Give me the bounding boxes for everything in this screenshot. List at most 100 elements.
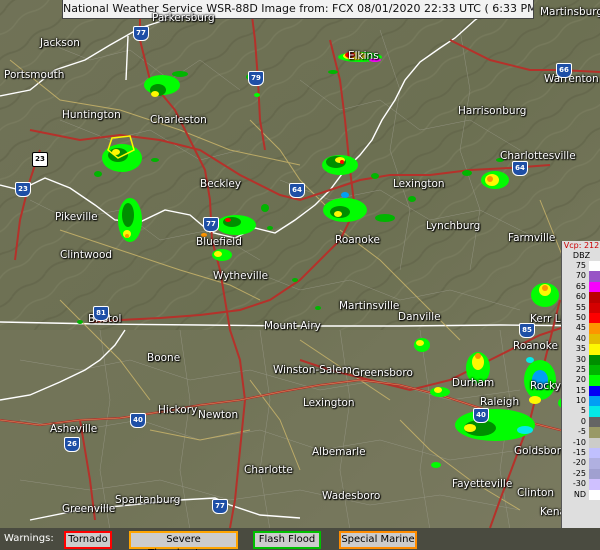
legend-swatch xyxy=(589,396,600,407)
interstate-shield: 40 xyxy=(473,408,489,423)
legend-swatch xyxy=(589,302,600,313)
interstate-shield: 40 xyxy=(130,413,146,428)
city-label: Parkersburg xyxy=(152,12,215,24)
legend-row: 70 xyxy=(562,271,600,282)
city-label: Charlottesville xyxy=(500,150,576,162)
legend-value: -5 xyxy=(578,427,586,437)
city-label: Boone xyxy=(147,352,181,364)
city-label: Fayetteville xyxy=(452,478,513,490)
legend-row: -15 xyxy=(562,448,600,459)
radar-header: National Weather Service WSR-88D Image f… xyxy=(62,0,534,19)
legend-scale: 75 70 65 60 55 50 45 40 35 30 25 20 15 10 5 0 -5 -10 -15 -2… xyxy=(562,261,600,500)
legend-swatch xyxy=(589,489,600,500)
warnings-bar: Warnings: Tornado Severe Thunderstorm Fl… xyxy=(0,528,600,550)
legend-value: -15 xyxy=(572,448,586,458)
legend-row: -30 xyxy=(562,479,600,490)
reflectivity-legend: Vcp: 212 DBZ 75 70 65 60 55 50 45 40 35 30 25 20 15 1… xyxy=(561,241,600,541)
city-label: Martinsburg xyxy=(540,6,600,18)
legend-swatch xyxy=(589,292,600,303)
legend-swatch xyxy=(589,261,600,272)
legend-value: -30 xyxy=(572,479,586,489)
legend-value: 25 xyxy=(575,364,586,374)
legend-value: 75 xyxy=(575,261,586,270)
legend-swatch xyxy=(589,448,600,459)
legend-row: 10 xyxy=(562,396,600,407)
city-label: Harrisonburg xyxy=(458,105,527,117)
map-canvas xyxy=(0,0,600,550)
legend-row: 20 xyxy=(562,375,600,386)
legend-row: ND xyxy=(562,489,600,500)
legend-swatch xyxy=(589,458,600,469)
legend-row: 60 xyxy=(562,292,600,303)
legend-swatch xyxy=(589,364,600,376)
city-label: Greenville xyxy=(62,503,116,515)
city-label: Spartanburg xyxy=(115,494,181,506)
legend-swatch xyxy=(589,354,600,365)
warning-severe-thunderstorm-toggle[interactable]: Severe Thunderstorm xyxy=(129,531,238,550)
legend-row: 15 xyxy=(562,385,600,397)
city-label: Beckley xyxy=(200,178,242,190)
legend-value: -10 xyxy=(572,437,586,447)
legend-value: 45 xyxy=(575,323,586,333)
city-label: Greensboro xyxy=(352,367,413,379)
legend-value: 0 xyxy=(580,416,586,426)
city-label: Elkins xyxy=(348,50,379,62)
city-label: Martinsville xyxy=(339,300,400,312)
echo-pikeville xyxy=(118,198,142,242)
city-label: Wadesboro xyxy=(322,490,381,502)
city-label: Warrenton xyxy=(544,73,599,85)
legend-row: -5 xyxy=(562,427,600,438)
city-label: Lexington xyxy=(393,178,445,190)
interstate-shield: 77 xyxy=(203,217,219,232)
city-label: Farmville xyxy=(508,232,556,244)
legend-row: -20 xyxy=(562,458,600,469)
interstate-shield: 23 xyxy=(15,182,31,197)
city-label: Roanoke xyxy=(335,234,380,246)
warning-special-marine-toggle[interactable]: Special Marine xyxy=(339,531,417,549)
city-label: Wytheville xyxy=(213,270,269,282)
city-label: Hickory xyxy=(158,404,198,416)
interstate-shield: 77 xyxy=(212,499,228,514)
interstate-shield: 81 xyxy=(93,306,109,321)
legend-row: 65 xyxy=(562,281,600,293)
dbz-unit-label: DBZ xyxy=(572,251,591,260)
legend-swatch xyxy=(589,406,600,417)
legend-row: 30 xyxy=(562,354,600,365)
legend-row: -10 xyxy=(562,437,600,449)
legend-swatch xyxy=(589,344,600,355)
city-label: Charleston xyxy=(150,114,207,126)
legend-value: -25 xyxy=(572,468,586,478)
legend-value: 70 xyxy=(575,271,586,281)
interstate-shield: 26 xyxy=(64,437,80,452)
legend-swatch xyxy=(589,333,600,345)
legend-swatch xyxy=(589,385,600,397)
legend-swatch xyxy=(589,479,600,490)
legend-swatch xyxy=(589,281,600,293)
city-label: Albemarle xyxy=(312,446,366,458)
city-label: Raleigh xyxy=(480,396,520,408)
legend-value: 10 xyxy=(575,396,586,406)
city-label: Winston-Salem xyxy=(273,364,352,376)
city-label: Goldsboro xyxy=(514,445,568,457)
legend-value: 15 xyxy=(575,385,586,395)
legend-swatch xyxy=(589,437,600,449)
vcp-label: Vcp: 212 xyxy=(563,241,600,250)
legend-swatch xyxy=(589,271,600,282)
interstate-shield: 64 xyxy=(512,161,528,176)
legend-row: 5 xyxy=(562,406,600,417)
legend-value: 5 xyxy=(580,406,586,416)
legend-value: -20 xyxy=(572,458,586,468)
legend-value: ND xyxy=(573,489,586,499)
legend-row: 40 xyxy=(562,333,600,345)
warning-flash-flood-toggle[interactable]: Flash Flood xyxy=(253,531,321,549)
interstate-shield: 66 xyxy=(556,63,572,78)
radar-map[interactable]: National Weather Service WSR-88D Image f… xyxy=(0,0,600,550)
city-label: Newton xyxy=(198,409,239,421)
city-label: Rocky xyxy=(530,380,561,392)
warning-tornado-toggle[interactable]: Tornado xyxy=(64,531,112,549)
legend-swatch xyxy=(589,468,600,480)
city-label: Lexington xyxy=(303,397,355,409)
legend-value: 20 xyxy=(575,375,586,385)
city-label: Danville xyxy=(398,311,441,323)
city-label: Charlotte xyxy=(244,464,293,476)
